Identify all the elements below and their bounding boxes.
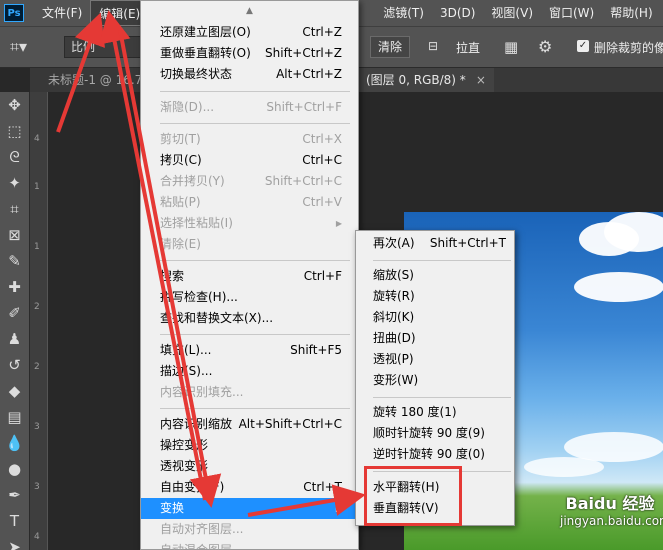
arrow-to-edit-menu xyxy=(56,12,105,133)
arrow-edit-to-transform xyxy=(98,10,207,501)
arrow-to-submenu xyxy=(247,484,366,517)
arrow-to-transform-item xyxy=(118,29,222,508)
annotation-arrows xyxy=(56,10,366,517)
